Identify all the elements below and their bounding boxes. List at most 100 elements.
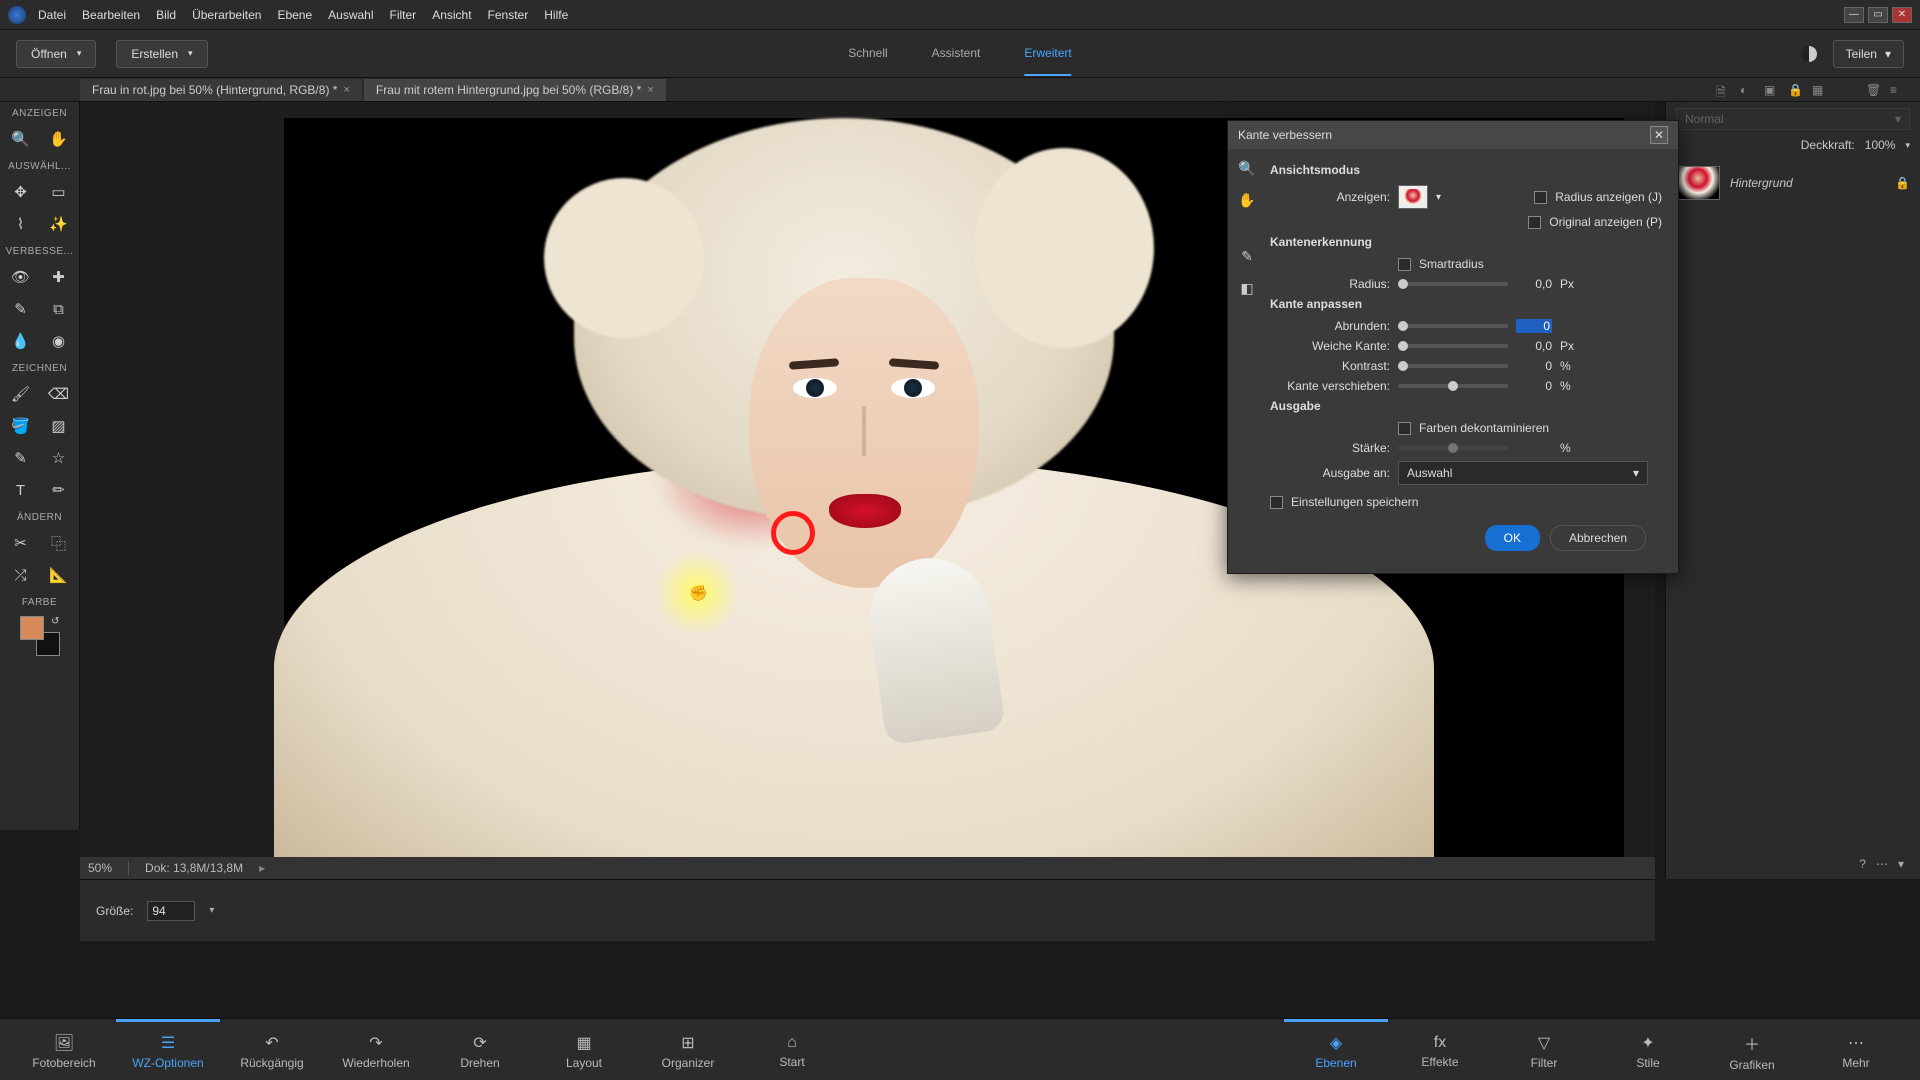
bb-wz-optionen[interactable]: ☰WZ-Optionen xyxy=(116,1019,220,1080)
bb-drehen[interactable]: ⟳Drehen xyxy=(428,1019,532,1080)
recompose-tool-icon[interactable]: ⿻ xyxy=(48,532,70,554)
layer-thumbnail-icon[interactable] xyxy=(1676,166,1720,200)
close-button[interactable]: ✕ xyxy=(1892,7,1912,23)
bb-filter[interactable]: ▽Filter xyxy=(1492,1019,1596,1080)
erase-refine-icon[interactable]: ◧ xyxy=(1236,277,1258,299)
move-tool-icon[interactable]: ✥ xyxy=(10,181,32,203)
chevron-down-icon[interactable]: ▾ xyxy=(209,905,214,916)
tab-erweitert[interactable]: Erweitert xyxy=(1024,32,1071,76)
create-button[interactable]: Erstellen ▾ xyxy=(116,40,207,68)
bb-layout[interactable]: ▦Layout xyxy=(532,1019,636,1080)
doc-tab-2[interactable]: Frau mit rotem Hintergrund.jpg bei 50% (… xyxy=(364,79,666,101)
smart-radius-checkbox[interactable] xyxy=(1398,258,1411,271)
open-button[interactable]: Öffnen ▾ xyxy=(16,40,96,68)
collapse-icon[interactable]: ▾ xyxy=(1898,857,1904,871)
shape-tool-icon[interactable]: ☆ xyxy=(48,447,70,469)
hand-tool-icon[interactable]: ✋ xyxy=(48,128,70,150)
zoom-tool-icon[interactable]: 🔍 xyxy=(1236,157,1258,179)
close-icon[interactable]: × xyxy=(647,84,653,96)
bb-ebenen[interactable]: ◈Ebenen xyxy=(1284,1019,1388,1080)
menu-bild[interactable]: Bild xyxy=(156,8,176,22)
layer-row[interactable]: Hintergrund 🔒 xyxy=(1666,158,1920,208)
ok-button[interactable]: OK xyxy=(1485,525,1540,551)
status-chevron-icon[interactable]: ▸ xyxy=(259,861,265,875)
remember-checkbox[interactable] xyxy=(1270,496,1283,509)
shift-slider[interactable] xyxy=(1398,384,1508,388)
chevron-down-icon[interactable]: ▾ xyxy=(1905,140,1910,151)
minimize-button[interactable]: — xyxy=(1844,7,1864,23)
straighten-tool-icon[interactable]: 📐 xyxy=(48,564,70,586)
content-tool-icon[interactable]: ⤮ xyxy=(10,564,32,586)
circle-icon[interactable]: ◐ xyxy=(1740,83,1754,97)
grid-icon[interactable]: ▦ xyxy=(1812,83,1826,97)
shift-value[interactable]: 0 xyxy=(1516,379,1552,393)
dialog-titlebar[interactable]: Kante verbessern ✕ xyxy=(1228,121,1678,149)
smooth-value[interactable]: 0 xyxy=(1516,319,1552,333)
bb-grafiken[interactable]: ＋Grafiken xyxy=(1700,1019,1804,1080)
menu-filter[interactable]: Filter xyxy=(390,8,417,22)
menu-auswahl[interactable]: Auswahl xyxy=(328,8,373,22)
menu-ebene[interactable]: Ebene xyxy=(277,8,312,22)
gradient-tool-icon[interactable]: ▨ xyxy=(48,415,70,437)
contrast-slider[interactable] xyxy=(1398,364,1508,368)
blend-mode-select[interactable]: Normal ▾ xyxy=(1676,108,1910,130)
redeye-tool-icon[interactable]: 👁 xyxy=(10,266,32,288)
pencil-tool-icon[interactable]: ✏ xyxy=(48,479,70,501)
cancel-button[interactable]: Abbrechen xyxy=(1550,525,1646,551)
smooth-slider[interactable] xyxy=(1398,324,1508,328)
hand-tool-icon[interactable]: ✋ xyxy=(1236,189,1258,211)
feather-slider[interactable] xyxy=(1398,344,1508,348)
zoom-level[interactable]: 50% xyxy=(88,861,112,875)
radius-value[interactable]: 0,0 xyxy=(1516,277,1552,291)
eraser-tool-icon[interactable]: ⌫ xyxy=(48,383,70,405)
lock-icon[interactable]: 🔒 xyxy=(1895,176,1910,190)
show-original-checkbox[interactable] xyxy=(1528,216,1541,229)
refine-brush-icon[interactable]: ✎ xyxy=(1236,245,1258,267)
layers-icon[interactable]: ▣ xyxy=(1764,83,1778,97)
layer-name[interactable]: Hintergrund xyxy=(1730,176,1885,190)
lasso-tool-icon[interactable]: ⌇ xyxy=(10,213,32,235)
picker-tool-icon[interactable]: ✎ xyxy=(10,447,32,469)
marquee-tool-icon[interactable]: ▭ xyxy=(48,181,70,203)
chevron-down-icon[interactable]: ▾ xyxy=(1436,192,1441,203)
theme-toggle-icon[interactable] xyxy=(1801,46,1817,62)
heal-tool-icon[interactable]: ✚ xyxy=(48,266,70,288)
file-icon[interactable]: 🗎 xyxy=(1716,83,1730,97)
bucket-tool-icon[interactable]: 🪣 xyxy=(10,415,32,437)
menu-ueberarbeiten[interactable]: Überarbeiten xyxy=(192,8,261,22)
close-icon[interactable]: × xyxy=(343,84,349,96)
tab-schnell[interactable]: Schnell xyxy=(848,32,887,76)
smarttool-icon[interactable]: ✎ xyxy=(10,298,32,320)
help-icon[interactable]: ? xyxy=(1859,857,1866,871)
crop-tool-icon[interactable]: ✂ xyxy=(10,532,32,554)
bb-start[interactable]: ⌂Start xyxy=(740,1019,844,1080)
menu-hilfe[interactable]: Hilfe xyxy=(544,8,568,22)
bb-fotobereich[interactable]: 🖼Fotobereich xyxy=(12,1019,116,1080)
menu-icon[interactable]: ≡ xyxy=(1890,83,1904,97)
clone-tool-icon[interactable]: ⧉ xyxy=(48,298,70,320)
bb-stile[interactable]: ✦Stile xyxy=(1596,1019,1700,1080)
decontaminate-checkbox[interactable] xyxy=(1398,422,1411,435)
maximize-button[interactable]: ▭ xyxy=(1868,7,1888,23)
blur-tool-icon[interactable]: 💧 xyxy=(10,330,32,352)
output-to-select[interactable]: Auswahl ▾ xyxy=(1398,461,1648,485)
doc-tab-1[interactable]: Frau in rot.jpg bei 50% (Hintergrund, RG… xyxy=(80,79,362,101)
feather-value[interactable]: 0,0 xyxy=(1516,339,1552,353)
bb-mehr[interactable]: ⋯Mehr xyxy=(1804,1019,1908,1080)
swap-colors-icon[interactable]: ↺ xyxy=(51,616,59,627)
wand-tool-icon[interactable]: ✨ xyxy=(48,213,70,235)
contrast-value[interactable]: 0 xyxy=(1516,359,1552,373)
brush-tool-icon[interactable]: 🖌 xyxy=(10,383,32,405)
radius-slider[interactable] xyxy=(1398,282,1508,286)
bb-undo[interactable]: ↶Rückgängig xyxy=(220,1019,324,1080)
bb-effekte[interactable]: fxEffekte xyxy=(1388,1019,1492,1080)
share-button[interactable]: Teilen ▾ xyxy=(1833,40,1904,68)
bb-redo[interactable]: ↷Wiederholen xyxy=(324,1019,428,1080)
bb-organizer[interactable]: ⊞Organizer xyxy=(636,1019,740,1080)
tab-assistent[interactable]: Assistent xyxy=(932,32,981,76)
view-preview-icon[interactable] xyxy=(1398,185,1428,209)
show-radius-checkbox[interactable] xyxy=(1534,191,1547,204)
trash-icon[interactable]: 🗑 xyxy=(1866,83,1880,97)
size-input[interactable]: 94 xyxy=(147,901,195,921)
menu-fenster[interactable]: Fenster xyxy=(488,8,529,22)
